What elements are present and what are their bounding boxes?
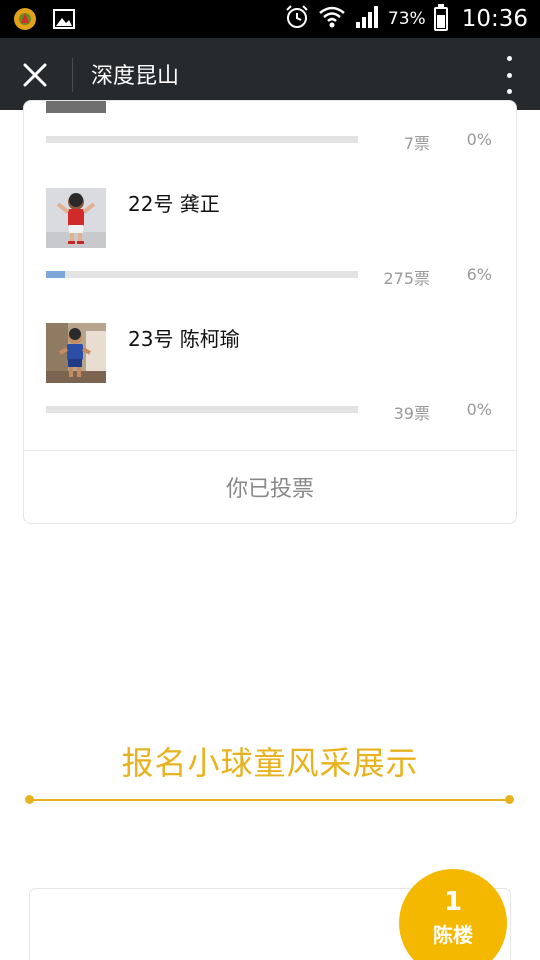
avatar	[46, 101, 106, 113]
notification-app-icon	[12, 7, 38, 35]
rank-number: 1	[443, 887, 463, 917]
vote-progress-bar	[46, 136, 358, 143]
battery-percent: 73%	[387, 9, 426, 29]
card-divider	[24, 450, 516, 451]
close-button[interactable]	[12, 52, 58, 98]
avatar[interactable]	[46, 323, 106, 383]
alarm-icon	[284, 4, 310, 34]
vote-percent: 0%	[466, 400, 492, 419]
close-icon	[23, 63, 47, 87]
image-icon	[52, 8, 76, 34]
vote-percent: 6%	[466, 265, 492, 284]
vote-progress-fill	[46, 271, 65, 278]
status-right: 73% 10:36	[284, 0, 528, 38]
vote-progress-bar	[46, 406, 358, 413]
signal-icon	[354, 4, 380, 34]
voted-status-button[interactable]: 你已投票	[24, 471, 516, 503]
divider-dot-left	[25, 795, 34, 804]
candidate-name: 22号 龚正	[128, 192, 220, 216]
page-title: 深度昆山	[91, 64, 180, 89]
more-options-button[interactable]	[504, 56, 514, 94]
battery-icon	[433, 4, 448, 31]
candidate-name: 23号 陈柯瑜	[128, 327, 240, 351]
wifi-icon	[318, 4, 346, 34]
rank-badge: 1 陈楼	[399, 869, 507, 960]
vote-count: 275票	[383, 269, 430, 288]
vote-count: 7票	[403, 134, 430, 153]
vote-card: 7票 0% 22号 龚正 275票 6% 23号 陈柯瑜 39票 0% 你已投票	[23, 100, 517, 524]
section-divider-line	[30, 799, 510, 801]
rank-name: 陈楼	[433, 923, 473, 947]
clock-time: 10:36	[461, 6, 528, 32]
status-bar: 73% 10:36	[0, 0, 540, 38]
status-left-icons	[12, 7, 76, 35]
app-bar-divider	[72, 58, 73, 92]
vote-progress-bar	[46, 271, 358, 278]
vote-percent: 0%	[466, 130, 492, 149]
more-vertical-icon	[506, 56, 512, 61]
avatar[interactable]	[46, 188, 106, 248]
section-title: 报名小球童风采展示	[121, 744, 419, 782]
divider-dot-right	[505, 795, 514, 804]
vote-count: 39票	[393, 404, 430, 423]
